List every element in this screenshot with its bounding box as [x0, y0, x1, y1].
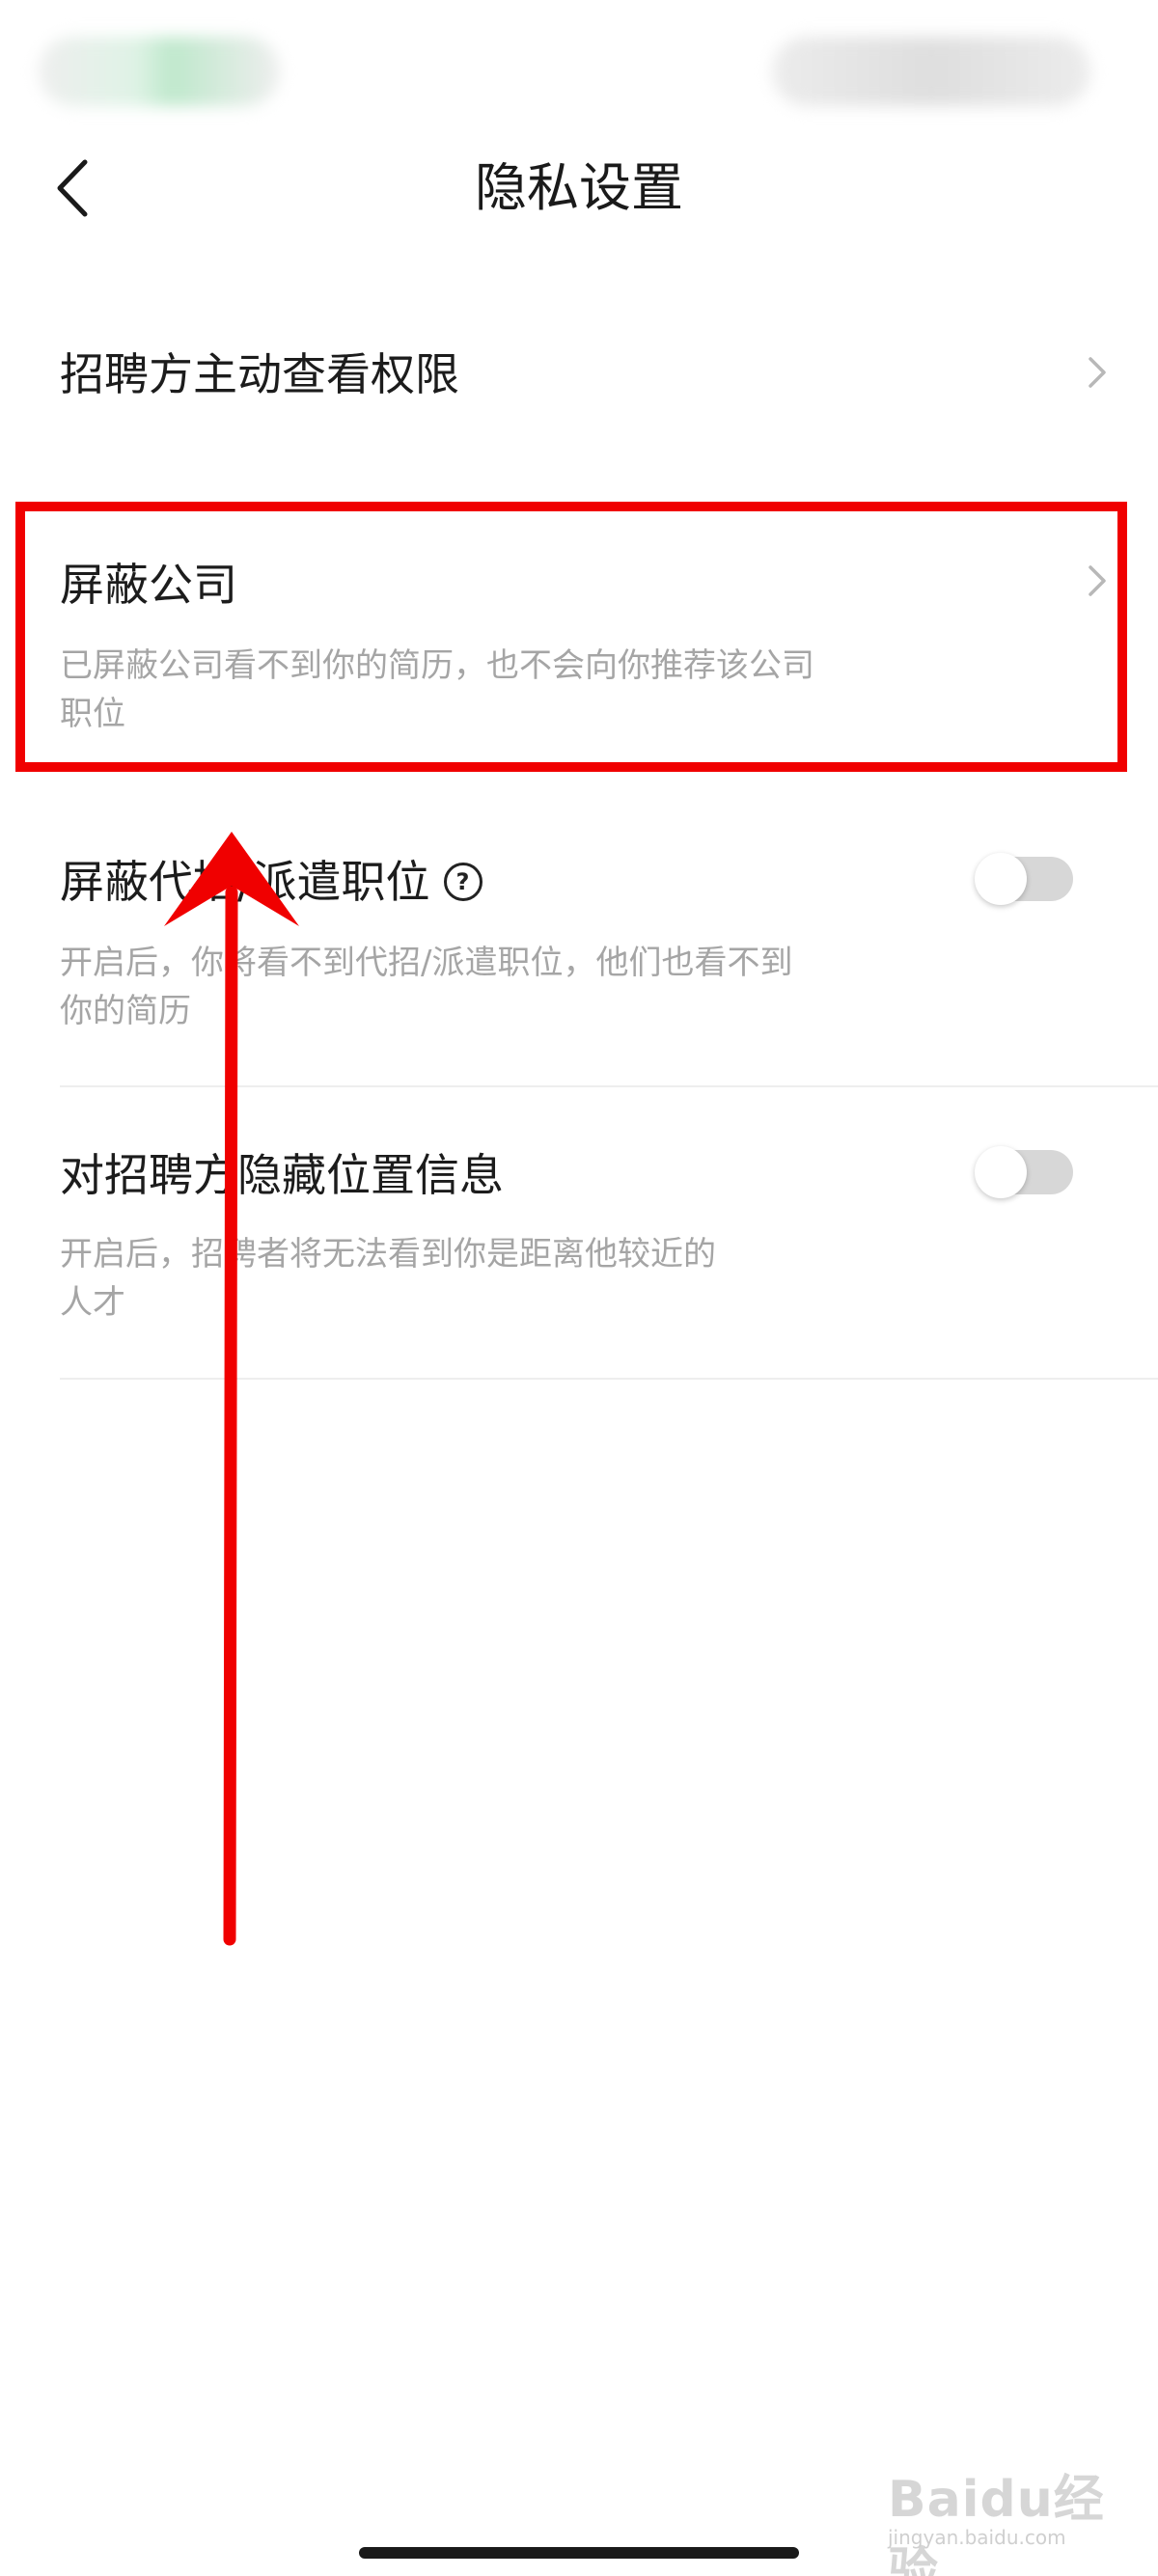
setting-description-line: 人才	[60, 1283, 125, 1322]
page-title: 隐私设置	[475, 157, 683, 218]
setting-title: 屏蔽代招/派遣职位?	[60, 847, 482, 911]
back-button[interactable]	[48, 145, 125, 232]
status-bar-left-blurred	[39, 37, 280, 106]
setting-title: 招聘方主动查看权限	[60, 348, 459, 400]
divider	[60, 1378, 1158, 1380]
setting-description-line: 开启后，你将看不到代招/派遣职位，他们也看不到	[60, 944, 793, 982]
toggle-knob	[975, 1146, 1027, 1198]
setting-row-block-agency-jobs: 屏蔽代招/派遣职位? 开启后，你将看不到代招/派遣职位，他们也看不到 你的简历	[60, 810, 1158, 1081]
question-circle-icon[interactable]: ?	[443, 862, 482, 901]
setting-description-line: 开启后，招聘者将无法看到你是距离他较近的	[60, 1235, 716, 1274]
highlight-box	[15, 502, 1127, 772]
toggle-hide-location[interactable]	[975, 1146, 1073, 1198]
watermark-url: jingyan.baidu.com	[888, 2526, 1066, 2549]
toggle-block-agency-jobs[interactable]	[975, 853, 1073, 905]
chevron-right-icon	[1089, 357, 1106, 388]
privacy-settings-page: 隐私设置 招聘方主动查看权限 屏蔽公司 已屏蔽公司看不到你的简历，也不会向你推荐…	[0, 0, 1158, 2576]
watermark-brand: Baidu经验	[888, 2471, 1105, 2576]
setting-description: 开启后，招聘者将无法看到你是距离他较近的 人才	[60, 1230, 890, 1327]
setting-row-hide-location: 对招聘方隐藏位置信息 开启后，招聘者将无法看到你是距离他较近的 人才	[60, 1090, 1158, 1380]
status-bar-right-blurred	[772, 37, 1090, 106]
setting-description-line: 你的简历	[60, 992, 191, 1030]
setting-title: 对招聘方隐藏位置信息	[60, 1149, 504, 1201]
setting-description: 开启后，你将看不到代招/派遣职位，他们也看不到 你的简历	[60, 939, 890, 1035]
home-indicator[interactable]	[359, 2547, 799, 2559]
setting-title-text: 屏蔽代招/派遣职位	[60, 856, 430, 908]
toggle-knob	[975, 853, 1027, 905]
chevron-left-icon	[57, 159, 88, 217]
setting-row-recruiter-view-permission[interactable]: 招聘方主动查看权限	[60, 318, 1158, 473]
divider	[60, 1085, 1158, 1087]
baidu-watermark: Baidu经验 jingyan.baidu.com	[888, 2458, 1139, 2576]
